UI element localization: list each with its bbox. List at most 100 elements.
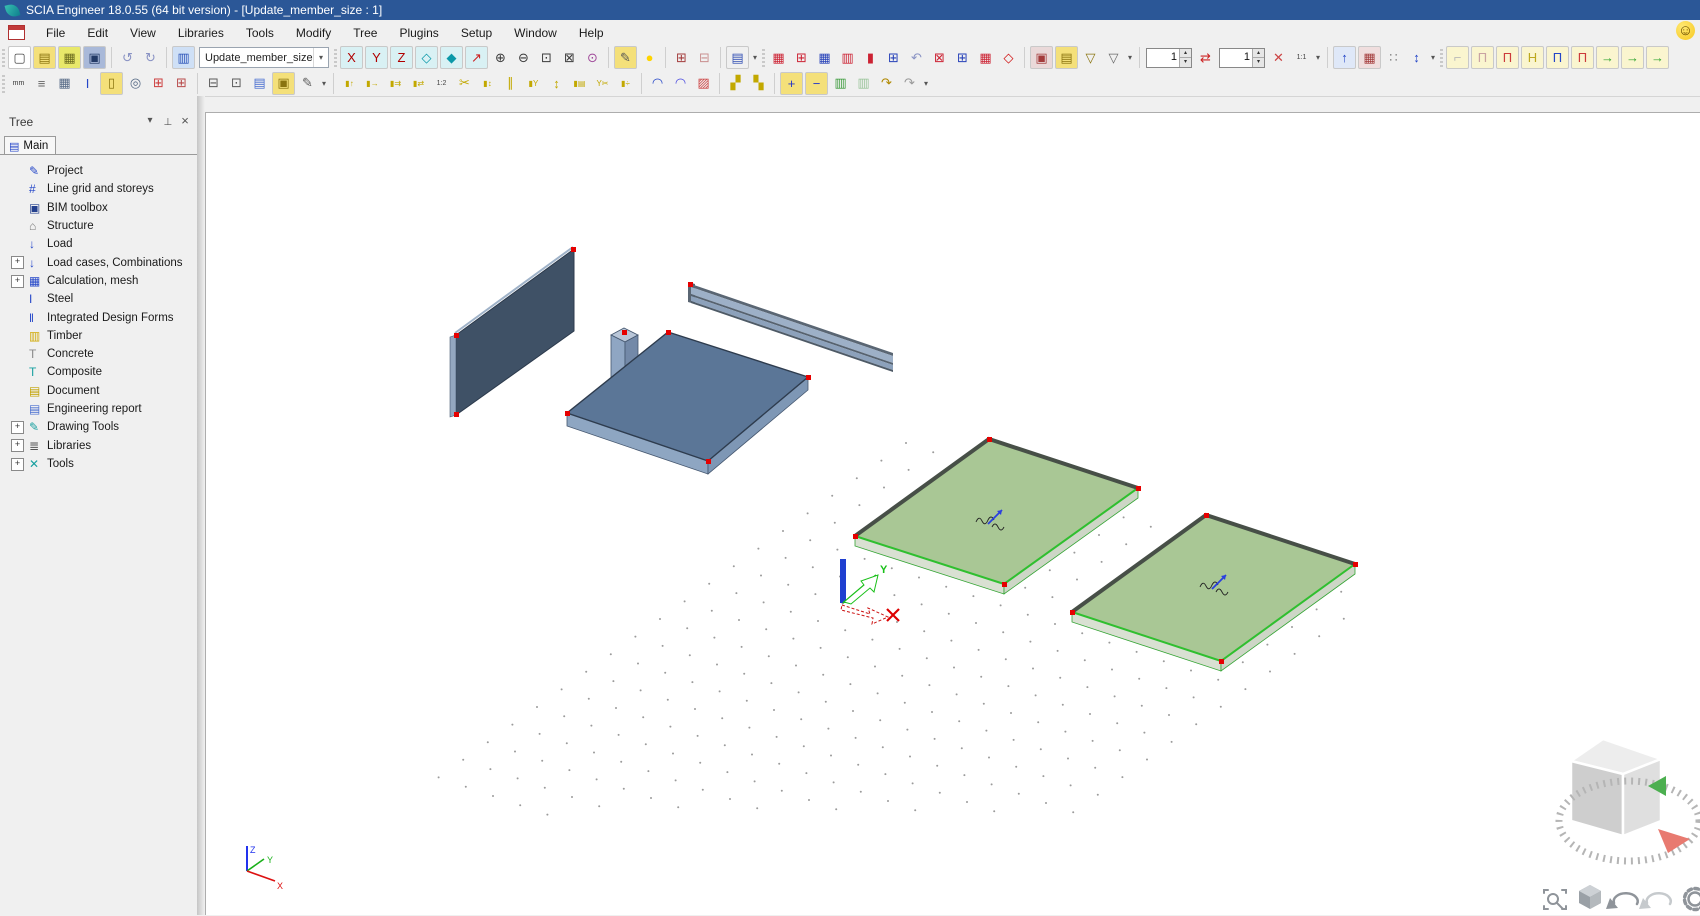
zoom-out-icon[interactable]: ⊖ [513,47,534,68]
combobox-arrow-icon[interactable]: ▾ [313,48,328,67]
show-labels-icon[interactable]: ▮ [860,47,881,68]
extend-member-icon[interactable]: ▮↑ [339,73,360,94]
project-combobox[interactable]: Update_member_size▾ [199,47,329,68]
tree-item-libraries[interactable]: +≣Libraries [0,436,197,454]
floor-slab[interactable] [565,330,811,474]
axonometric-view-icon[interactable]: ◇ [415,46,438,69]
show-nodes-icon[interactable]: ▦ [814,47,835,68]
picture-to-gallery-icon[interactable]: ▤ [1055,46,1078,69]
tab-main[interactable]: ▤ Main [4,136,56,155]
node[interactable] [1219,659,1224,664]
toolbar-grip[interactable] [760,47,767,68]
menu-window[interactable]: Window [503,24,568,42]
break-in-member-icon[interactable]: ▮Y [523,73,544,94]
expand-icon[interactable]: + [11,458,24,471]
node[interactable] [622,330,627,335]
engineering-tables-icon[interactable]: ⊞ [171,73,192,94]
page-format-edit-icon[interactable]: ✎ [297,73,318,94]
expand-icon[interactable]: + [11,439,24,452]
frame-wall-search-icon[interactable]: Π [1571,46,1594,69]
rotate-view-icon[interactable] [1606,893,1638,909]
dropdown-caret-icon[interactable]: ▾ [1428,47,1438,68]
open-project-icon[interactable]: ▤ [33,46,56,69]
dimension-query-icon[interactable]: ↕ [1406,47,1427,68]
redo-icon[interactable]: ↻ [140,47,161,68]
zoom-window-icon[interactable]: ⊡ [536,47,557,68]
menu-libraries[interactable]: Libraries [167,24,235,42]
perspective-view-icon[interactable]: ◆ [440,46,463,69]
toolbar-grip[interactable] [332,47,339,68]
frame-opening-icon[interactable]: Π [1471,46,1494,69]
join-members-icon[interactable]: ↕ [546,73,567,94]
calculation-results-icon[interactable]: ⊞ [148,73,169,94]
menu-tools[interactable]: Tools [235,24,285,42]
smiley-icon[interactable]: ☺ [1676,21,1695,40]
show-members-icon[interactable]: ⊞ [791,47,812,68]
reverse-member-icon[interactable]: ▮⇄ [408,73,429,94]
tree-item-load-cases-combinations[interactable]: +↓Load cases, Combinations [0,253,197,271]
curved-member-icon[interactable]: ◠ [670,73,691,94]
node[interactable] [806,375,811,380]
expand-icon[interactable]: + [11,256,24,269]
spin-up-icon[interactable]: ▴ [1179,49,1191,58]
notes-manager-icon[interactable]: ▤ [726,46,749,69]
node[interactable] [454,412,459,417]
zoom-selection-icon[interactable]: ⊙ [582,47,603,68]
zoom-all-icon[interactable]: ⊠ [559,47,580,68]
visibility-filter-icon[interactable]: ▽ [1080,47,1101,68]
frame-import-green-icon[interactable]: → [1621,46,1644,69]
table-columns-add-icon[interactable]: ▥ [830,73,851,94]
scale-member-icon[interactable]: 1:2 [431,73,452,94]
menu-modify[interactable]: Modify [285,24,342,42]
divide-surface-icon[interactable]: ▮▤ [569,73,590,94]
cut-member-icon[interactable]: Y✂ [592,73,613,94]
window-restore-view-icon[interactable]: ⊞ [671,47,692,68]
rotate-entity-icon[interactable]: ↷ [876,73,897,94]
tree-item-engineering-report[interactable]: ▤Engineering report [0,400,197,418]
command-line-window-icon[interactable]: ▥ [172,46,195,69]
print-preview-icon[interactable]: ⊡ [226,73,247,94]
dropdown-caret-icon[interactable]: ▾ [1313,47,1323,68]
expand-icon[interactable]: + [11,421,24,434]
dropdown-caret-icon[interactable]: ▾ [319,73,329,94]
orbit-view-icon[interactable] [1639,893,1671,909]
frame-wall-red-icon[interactable]: Π [1496,46,1519,69]
node[interactable] [853,534,858,539]
wizard-blue-arrow-icon[interactable]: ↑ [1333,46,1356,69]
stretch-member-icon[interactable]: ▮↕ [477,73,498,94]
node[interactable] [1353,562,1358,567]
delete-entities-icon[interactable]: ⊠ [929,47,950,68]
spin-down-icon[interactable]: ▾ [1179,57,1191,67]
collapse-drawing-icon[interactable]: ✕ [1268,47,1289,68]
window-new-view-icon[interactable]: ⊟ [694,47,715,68]
toolbar-grip[interactable] [0,73,7,94]
frame-wall-xy-icon[interactable]: Π [1546,46,1569,69]
mesh-setup-icon[interactable]: ◎ [125,73,146,94]
isometric-cube-icon[interactable] [1579,885,1601,909]
print-data-icon[interactable]: ⊟ [203,73,224,94]
close-icon[interactable]: × [178,113,192,128]
chevron-down-icon[interactable]: ▾ [143,115,157,126]
align-members-icon[interactable]: ∥ [500,73,521,94]
spin-up-icon[interactable]: ▴ [1252,49,1264,58]
tree-item-bim-toolbox[interactable]: ▣BIM toolbox [0,199,197,217]
menu-help[interactable]: Help [568,24,615,42]
green-slab-1[interactable] [853,437,1141,594]
scale-arrows-icon[interactable]: ⇄ [1195,47,1216,68]
mirror-member-icon[interactable]: ▮÷ [615,73,636,94]
node[interactable] [1070,610,1075,615]
activity-scale-input[interactable]: 1▴▾ [1146,48,1192,68]
tree-item-load[interactable]: ↓Load [0,235,197,253]
pin-icon[interactable]: ⊤ [161,115,175,126]
view-by-ucs-icon[interactable]: ↗ [465,46,488,69]
menu-tree[interactable]: Tree [342,24,388,42]
tree-item-concrete[interactable]: TConcrete [0,345,197,363]
tree-item-document[interactable]: ▤Document [0,382,197,400]
save-screenshot-icon[interactable]: ▣ [1030,46,1053,69]
view-y-direction-icon[interactable]: Y [365,46,388,69]
node[interactable] [1204,513,1209,518]
mdi-child-window-icon[interactable] [8,25,25,40]
table-columns-view-icon[interactable]: ▥ [853,73,874,94]
wall-plate[interactable] [450,247,576,417]
check-structure-data-icon[interactable]: ▦ [1358,46,1381,69]
